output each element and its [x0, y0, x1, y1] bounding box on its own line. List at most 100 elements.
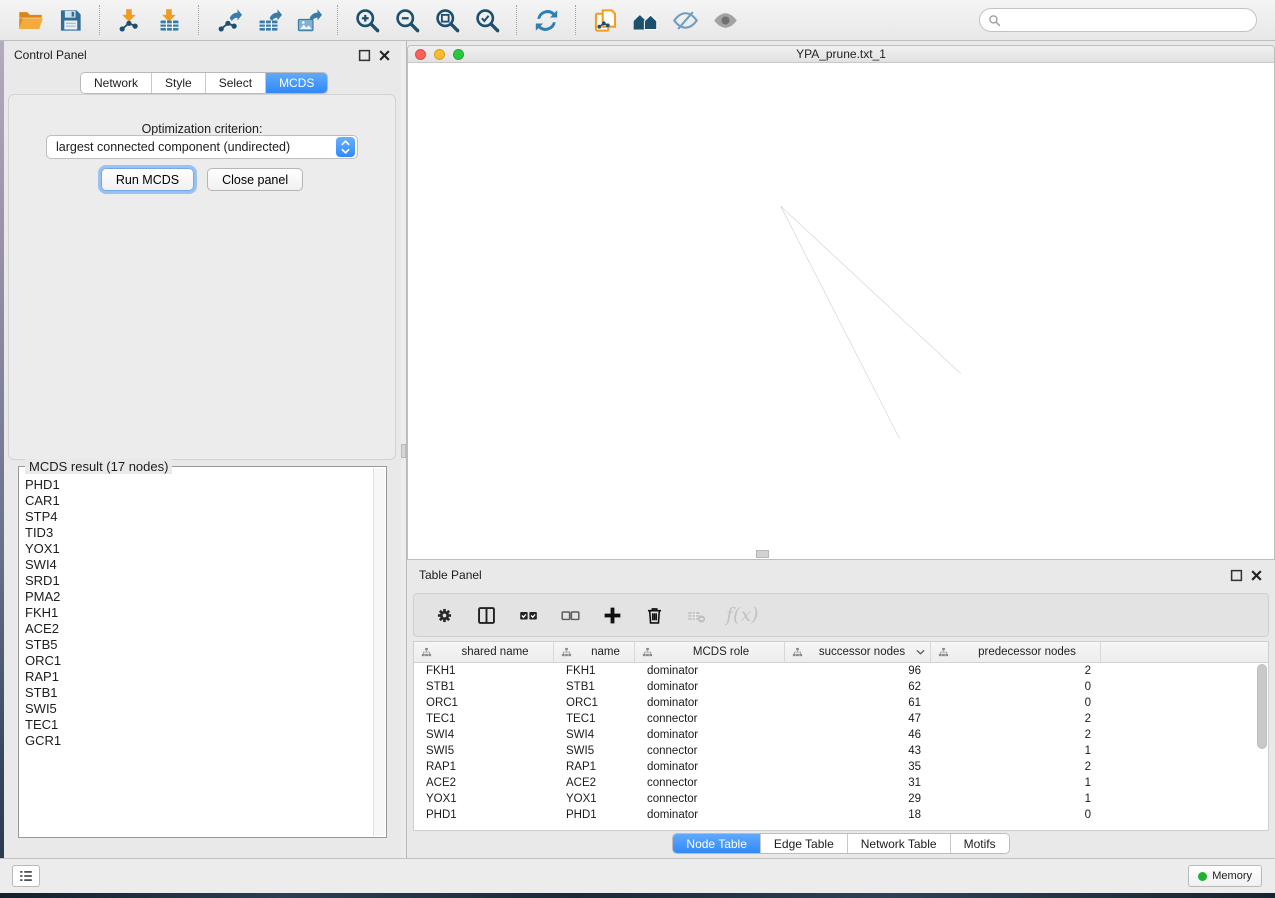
mcds-result-item[interactable]: FKH1 [21, 605, 372, 621]
mcds-result-item[interactable]: PMA2 [21, 589, 372, 605]
table-column-layout-button[interactable] [474, 603, 498, 627]
toolbar-export-table-button[interactable] [248, 2, 288, 38]
cell-shared-name: YOX1 [414, 793, 554, 805]
mcds-panel: Optimization criterion: largest connecte… [8, 94, 396, 460]
houses-icon [632, 7, 659, 34]
toolbar-refresh-button[interactable] [526, 2, 566, 38]
cell-name: ACE2 [554, 777, 635, 789]
cell-successor-nodes: 43 [785, 745, 931, 757]
toolbar-zoom-selected-button[interactable] [467, 2, 507, 38]
column-header-predecessor-nodes[interactable]: predecessor nodes [931, 642, 1101, 662]
close-table-panel-icon[interactable] [1250, 569, 1263, 582]
search-input[interactable] [1001, 10, 1256, 30]
tab-edge-table[interactable]: Edge Table [761, 834, 848, 853]
column-header-successor-nodes[interactable]: successor nodes [785, 642, 931, 662]
table-row[interactable]: TEC1TEC1connector472 [414, 711, 1268, 727]
mcds-result-item[interactable]: GCR1 [21, 733, 372, 749]
cell-successor-nodes: 62 [785, 681, 931, 693]
memory-button[interactable]: Memory [1188, 865, 1262, 887]
main-toolbar [0, 0, 1275, 41]
table-row[interactable]: YOX1YOX1connector291 [414, 791, 1268, 807]
mcds-result-item[interactable]: TID3 [21, 525, 372, 541]
mcds-result-item[interactable]: PHD1 [21, 477, 372, 493]
mcds-result-item[interactable]: CAR1 [21, 493, 372, 509]
search-box[interactable] [979, 8, 1257, 32]
splitter-handle[interactable] [401, 444, 406, 458]
tab-network-table[interactable]: Network Table [848, 834, 951, 853]
tab-style[interactable]: Style [152, 73, 206, 93]
float-panel-icon[interactable] [358, 49, 371, 62]
toolbar-import-table-button[interactable] [149, 2, 189, 38]
table-row[interactable]: STB1STB1dominator620 [414, 679, 1268, 695]
close-panel-button[interactable]: Close panel [207, 168, 303, 191]
mcds-result-item[interactable]: ACE2 [21, 621, 372, 637]
table-row[interactable]: RAP1RAP1dominator352 [414, 759, 1268, 775]
mcds-result-item[interactable]: RAP1 [21, 669, 372, 685]
toolbar-import-network-button[interactable] [109, 2, 149, 38]
network-window-titlebar[interactable]: YPA_prune.txt_1 [408, 46, 1274, 63]
column-header-MCDS-role[interactable]: MCDS role [635, 642, 785, 662]
toolbar-duplicate-network-button[interactable] [585, 2, 625, 38]
table-row[interactable]: SWI5SWI5connector431 [414, 743, 1268, 759]
task-history-button[interactable] [12, 865, 40, 887]
mcds-result-item[interactable]: STB5 [21, 637, 372, 653]
table-add-button[interactable] [600, 603, 624, 627]
toolbar-eye-button[interactable] [705, 2, 745, 38]
table-row[interactable]: PHD1PHD1dominator180 [414, 807, 1268, 823]
table-delete-button[interactable] [642, 603, 666, 627]
toolbar-save-button[interactable] [50, 2, 90, 38]
table-row[interactable]: ORC1ORC1dominator610 [414, 695, 1268, 711]
toolbar-separator [198, 5, 199, 35]
cell-successor-nodes: 31 [785, 777, 931, 789]
tab-network[interactable]: Network [81, 73, 152, 93]
horizontal-splitter-handle[interactable] [756, 550, 769, 558]
column-label: name [577, 646, 634, 658]
optimization-criterion-select[interactable]: largest connected component (undirected) [46, 135, 358, 159]
result-list-scrollbar[interactable] [373, 468, 385, 836]
toolbar-eye-slash-button[interactable] [665, 2, 705, 38]
table-row[interactable]: SWI4SWI4dominator462 [414, 727, 1268, 743]
table-deselect-all-button[interactable] [558, 603, 582, 627]
search-icon [988, 14, 1001, 27]
cell-MCDS-role: connector [635, 713, 785, 725]
mcds-result-item[interactable]: SRD1 [21, 573, 372, 589]
table-row[interactable]: FKH1FKH1dominator962 [414, 663, 1268, 679]
cell-MCDS-role: dominator [635, 665, 785, 677]
run-mcds-button[interactable]: Run MCDS [101, 168, 194, 191]
close-panel-icon[interactable] [378, 49, 391, 62]
tab-mcds[interactable]: MCDS [266, 73, 327, 93]
table-row[interactable]: ACE2ACE2connector311 [414, 775, 1268, 791]
mcds-result-item[interactable]: STB1 [21, 685, 372, 701]
mcds-result-item[interactable]: ORC1 [21, 653, 372, 669]
table-select-all-button[interactable] [516, 603, 540, 627]
tab-motifs[interactable]: Motifs [951, 834, 1009, 853]
mcds-result-item[interactable]: SWI5 [21, 701, 372, 717]
tab-node-table[interactable]: Node Table [673, 834, 761, 853]
table-panel-title: Table Panel [419, 568, 482, 582]
mcds-result-item[interactable]: SWI4 [21, 557, 372, 573]
toolbar-export-image-button[interactable] [288, 2, 328, 38]
column-header-shared-name[interactable]: shared name [414, 642, 554, 662]
mcds-result-item[interactable]: YOX1 [21, 541, 372, 557]
table-scrollbar-thumb[interactable] [1257, 664, 1267, 749]
network-canvas[interactable] [408, 63, 1274, 559]
mcds-result-item[interactable]: STP4 [21, 509, 372, 525]
toolbar-open-folder-button[interactable] [10, 2, 50, 38]
settings-gear-icon [434, 605, 455, 626]
column-header-name[interactable]: name [554, 642, 635, 662]
toolbar-houses-button[interactable] [625, 2, 665, 38]
toolbar-zoom-out-button[interactable] [387, 2, 427, 38]
tab-select[interactable]: Select [206, 73, 266, 93]
attribute-type-icon [938, 647, 949, 658]
cell-predecessor-nodes: 1 [931, 745, 1101, 757]
column-label: MCDS role [658, 646, 784, 658]
toolbar-zoom-fit-button[interactable] [427, 2, 467, 38]
network-canvas-container [408, 63, 1274, 559]
table-settings-gear-button[interactable] [432, 603, 456, 627]
toolbar-zoom-in-button[interactable] [347, 2, 387, 38]
mcds-result-item[interactable]: TEC1 [21, 717, 372, 733]
cell-shared-name: TEC1 [414, 713, 554, 725]
float-table-panel-icon[interactable] [1230, 569, 1243, 582]
cell-MCDS-role: dominator [635, 809, 785, 821]
toolbar-export-network-button[interactable] [208, 2, 248, 38]
